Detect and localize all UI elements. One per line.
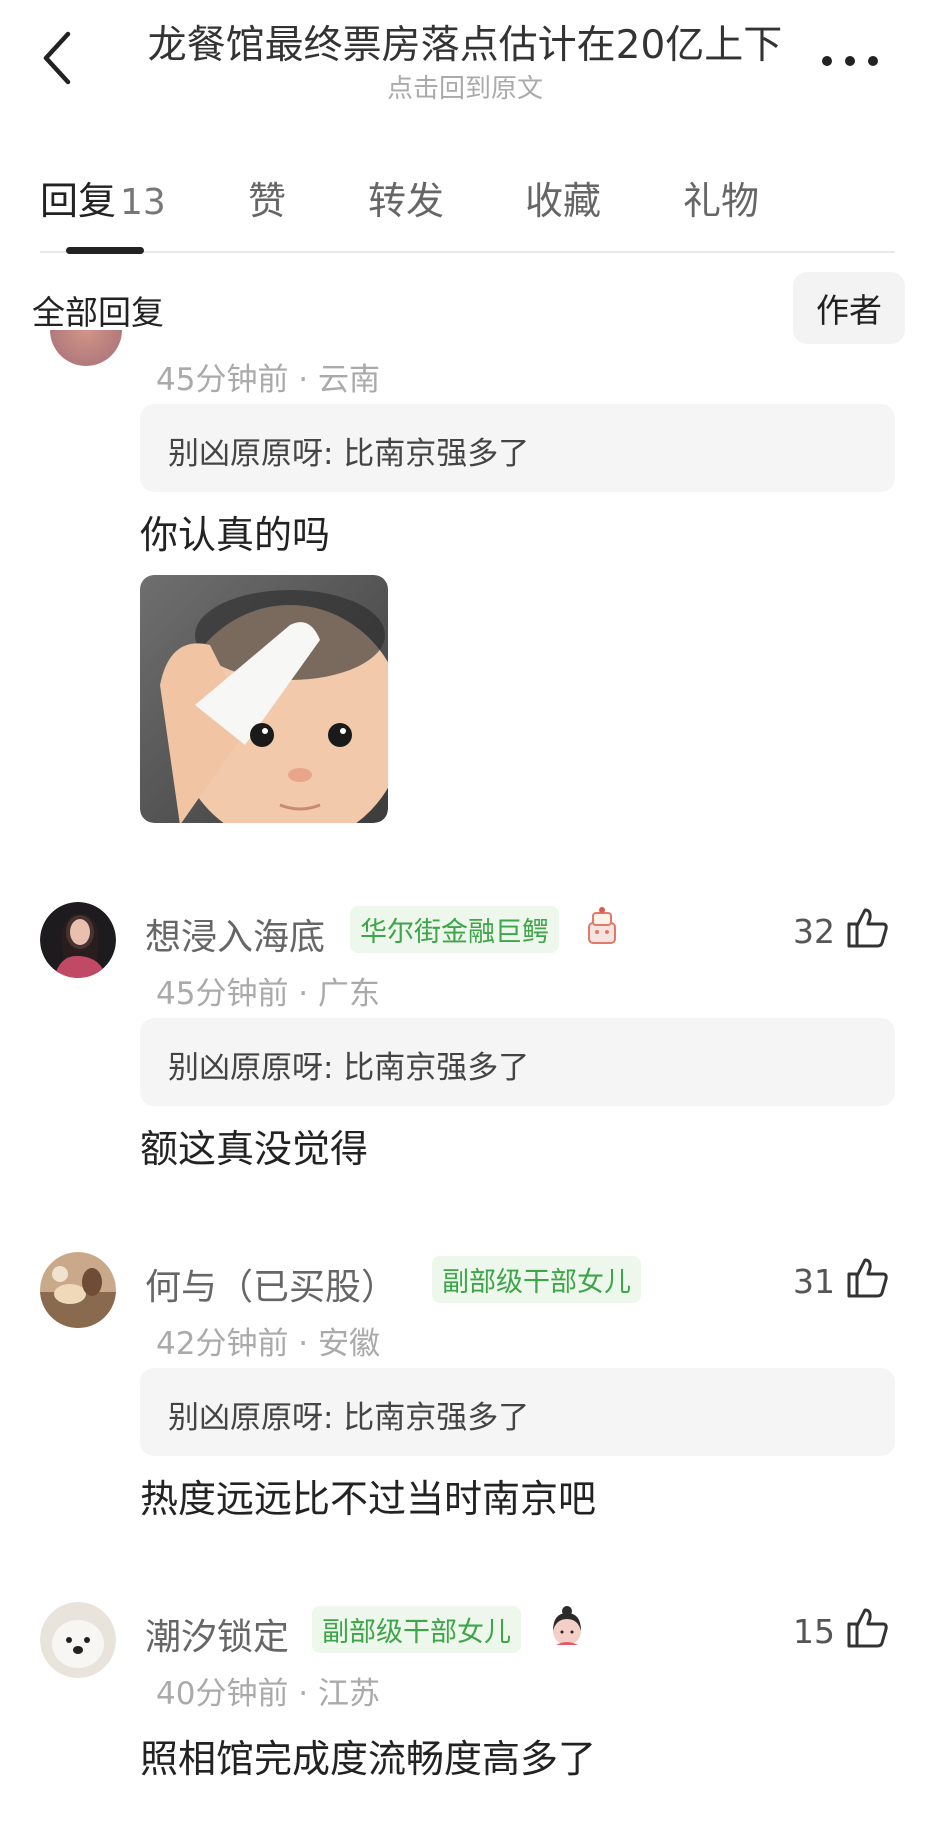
avatar[interactable]	[40, 902, 116, 978]
user-title-badge[interactable]: 华尔街金融巨鳄	[350, 906, 559, 953]
tab-reposts[interactable]: 转发	[368, 170, 444, 225]
user-title-badge[interactable]: 副部级干部女儿	[312, 1606, 521, 1653]
tab-divider	[40, 251, 895, 253]
thumbs-up-icon[interactable]	[845, 1606, 889, 1650]
quoted-reply-text: 别凶原原呀: 比南京强多了	[168, 436, 530, 472]
more-options-icon[interactable]	[820, 40, 880, 80]
active-tab-indicator	[66, 247, 144, 254]
tab-favorites[interactable]: 收藏	[525, 170, 601, 225]
thumbs-up-icon[interactable]	[845, 1256, 889, 1300]
like-count: 31	[793, 1262, 835, 1301]
girl-badge-icon[interactable]	[548, 1605, 586, 1647]
quoted-reply[interactable]: 别凶原原呀: 比南京强多了	[140, 1368, 895, 1456]
quoted-reply-text: 别凶原原呀: 比南京强多了	[168, 1400, 530, 1436]
comment-content: 额这真没觉得	[140, 1127, 369, 1171]
quoted-reply-text: 别凶原原呀: 比南京强多了	[168, 1050, 530, 1086]
username[interactable]: 何与（已买股）	[145, 1258, 397, 1310]
like-count: 15	[793, 1612, 835, 1651]
tab-replies[interactable]: 回复 13	[40, 170, 166, 225]
tab-replies-count: 13	[120, 182, 166, 223]
comment-content: 热度远远比不过当时南京吧	[140, 1477, 597, 1521]
tab-replies-label: 回复	[40, 179, 117, 223]
avatar[interactable]	[50, 330, 122, 366]
avatar[interactable]	[40, 1602, 116, 1678]
tab-gifts[interactable]: 礼物	[683, 170, 759, 225]
username[interactable]: 潮汐锁定	[145, 1608, 289, 1660]
avatar[interactable]	[40, 1252, 116, 1328]
quoted-reply[interactable]: 别凶原原呀: 比南京强多了	[140, 404, 895, 492]
comment-meta: 45分钟前 · 云南	[156, 362, 381, 398]
user-title-badge[interactable]: 副部级干部女儿	[432, 1256, 641, 1303]
page-title[interactable]: 龙餐馆最终票房落点估计在20亿上下	[130, 14, 800, 70]
comment-meta: 42分钟前 · 安徽	[156, 1326, 381, 1362]
back-arrow-icon[interactable]	[38, 28, 78, 88]
username[interactable]: 想浸入海底	[145, 908, 325, 960]
comment-meta: 45分钟前 · 广东	[156, 976, 381, 1012]
cake-badge-icon[interactable]	[583, 905, 621, 947]
thumbs-up-icon[interactable]	[845, 906, 889, 950]
quoted-reply[interactable]: 别凶原原呀: 比南京强多了	[140, 1018, 895, 1106]
like-count: 32	[793, 912, 835, 951]
baby-sticker-image[interactable]	[140, 575, 388, 823]
tab-likes[interactable]: 赞	[248, 170, 286, 225]
comment-content: 你认真的吗	[140, 513, 331, 557]
author-filter-button[interactable]: 作者	[793, 272, 905, 344]
all-replies-label: 全部回复	[32, 293, 164, 332]
back-to-original-link[interactable]: 点击回到原文	[130, 68, 800, 105]
comment-content: 照相馆完成度流畅度高多了	[140, 1737, 597, 1781]
comment-meta: 40分钟前 · 江苏	[156, 1676, 381, 1712]
